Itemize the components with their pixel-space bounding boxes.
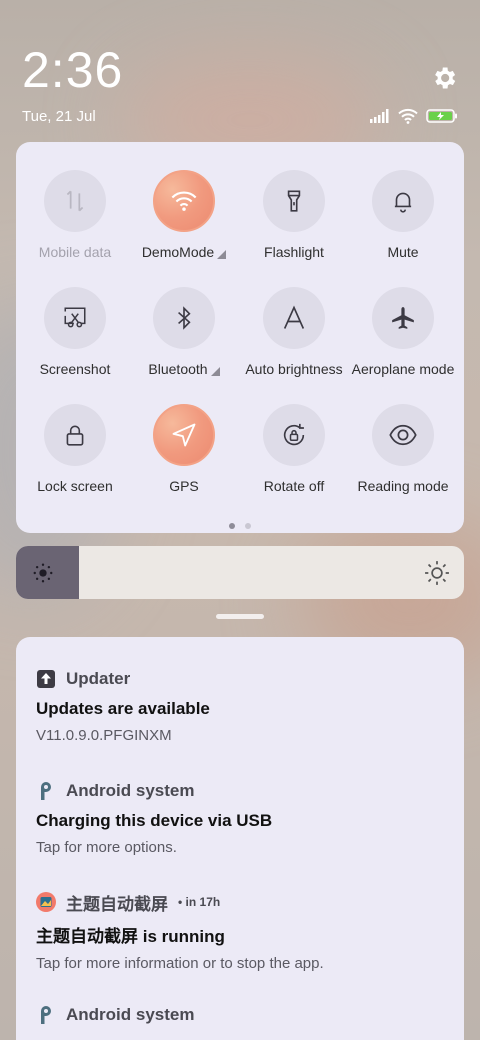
notification-app-name: Android system [66, 781, 195, 800]
tile-label: Reading mode [348, 478, 458, 494]
tile-mobile-data[interactable]: Mobile data [20, 170, 130, 260]
tile-rotate-off[interactable]: Rotate off [239, 404, 349, 494]
notification-item[interactable]: 主题自动截屏 • in 17h 主题自动截屏 is running Tap fo… [36, 890, 444, 972]
tile-gps[interactable]: GPS [129, 404, 239, 494]
page-indicator [16, 523, 464, 529]
tile-label-text: Mobile data [38, 244, 112, 260]
mobile-data-icon [62, 188, 88, 214]
notification-app-name: Android system [66, 1005, 195, 1024]
rotate-lock-icon [280, 421, 308, 449]
tile-button[interactable] [44, 170, 106, 232]
bluetooth-icon [171, 305, 197, 331]
status-area: 2:36 Tue, 21 Jul [22, 40, 458, 130]
notification-item[interactable]: Android system Charging this device via … [36, 779, 444, 856]
tile-label: Aeroplane mode [348, 361, 458, 377]
tile-button[interactable] [263, 287, 325, 349]
drag-handle[interactable] [216, 614, 264, 619]
brightness-high-icon [425, 561, 449, 585]
aeroplane-icon [390, 305, 416, 331]
tile-button[interactable] [153, 170, 215, 232]
tile-label: GPS [129, 478, 239, 494]
notification-title: Charging this device via USB [36, 811, 273, 830]
notification-text: V11.0.9.0.PFGINXM [36, 727, 172, 744]
flashlight-icon [281, 188, 307, 214]
notification-app-name: Updater [66, 669, 131, 688]
tile-button[interactable] [263, 404, 325, 466]
location-icon [170, 421, 198, 449]
tile-label: Rotate off [239, 478, 349, 494]
tile-reading-mode[interactable]: Reading mode [348, 404, 458, 494]
tile-label-text: Aeroplane mode [351, 361, 455, 377]
tile-demomode[interactable]: DemoMode [129, 170, 239, 260]
tile-auto-brightness[interactable]: Auto brightness [239, 287, 349, 377]
tile-mute[interactable]: Mute [348, 170, 458, 260]
tile-label: Bluetooth [129, 361, 239, 377]
tile-flashlight[interactable]: Flashlight [239, 170, 349, 260]
notification-panel: Updater Updates are available V11.0.9.0.… [16, 637, 464, 1040]
brightness-low-icon [33, 563, 53, 583]
tile-label: Lock screen [20, 478, 130, 494]
tile-label: Flashlight [239, 244, 349, 260]
tile-label-text: DemoMode [141, 244, 215, 260]
tile-label-text: Lock screen [37, 478, 113, 494]
eye-icon [388, 422, 418, 448]
tile-button[interactable] [44, 404, 106, 466]
tile-label-text: Mute [387, 244, 419, 260]
theme-app-icon [36, 892, 56, 912]
notification-text: Tap for more options. [36, 839, 177, 856]
tile-label-text: GPS [169, 478, 199, 494]
tile-button[interactable] [153, 404, 215, 466]
tile-label-text: Rotate off [263, 478, 325, 494]
tile-label-text: Auto brightness [245, 361, 343, 377]
quick-settings-panel: Mobile data DemoMode Flashlight Mute Screens… [16, 142, 464, 533]
settings-gear-icon[interactable] [430, 64, 458, 92]
date: Tue, 21 Jul [22, 108, 96, 125]
page-dot [245, 523, 251, 529]
tile-button[interactable] [372, 287, 434, 349]
tile-label-text: Bluetooth [148, 361, 208, 377]
tile-label: Mobile data [20, 244, 130, 260]
notification-time: • in 17h [178, 895, 221, 909]
lock-icon [62, 422, 88, 448]
notification-title: 主题自动截屏 is running [36, 927, 225, 946]
signal-icon [370, 109, 389, 123]
tile-button[interactable] [153, 287, 215, 349]
system-icons [370, 108, 458, 124]
tile-button[interactable] [372, 170, 434, 232]
clock: 2:36 [22, 42, 124, 98]
tile-label-text: Flashlight [264, 244, 324, 260]
notification-item[interactable]: Android system [36, 1003, 444, 1027]
wifi-status-icon [398, 108, 418, 124]
notification-item[interactable]: Updater Updates are available V11.0.9.0.… [36, 667, 444, 744]
brightness-slider[interactable] [16, 546, 464, 599]
tile-screenshot[interactable]: Screenshot [20, 287, 130, 377]
notification-title: Updates are available [36, 699, 210, 718]
tile-bluetooth[interactable]: Bluetooth [129, 287, 239, 377]
tile-lock-screen[interactable]: Lock screen [20, 404, 130, 494]
notification-app-name: 主题自动截屏 [66, 894, 168, 914]
updater-icon [36, 669, 56, 689]
expand-arrow-icon [210, 366, 220, 376]
android-system-icon [36, 781, 56, 801]
tile-label: Screenshot [20, 361, 130, 377]
tile-label: DemoMode [129, 244, 239, 260]
tile-label-text: Screenshot [39, 361, 111, 377]
tile-label: Auto brightness [239, 361, 349, 377]
tile-button[interactable] [44, 287, 106, 349]
screenshot-icon [62, 305, 88, 331]
tile-button[interactable] [263, 170, 325, 232]
expand-arrow-icon [217, 249, 227, 259]
tile-button[interactable] [372, 404, 434, 466]
notification-text: Tap for more information or to stop the … [36, 955, 324, 972]
tile-label-text: Reading mode [357, 478, 449, 494]
page-dot [229, 523, 235, 529]
wifi-icon [170, 189, 198, 213]
tile-label: Mute [348, 244, 458, 260]
bell-icon [390, 188, 416, 214]
tile-aeroplane-mode[interactable]: Aeroplane mode [348, 287, 458, 377]
android-system-icon [36, 1005, 56, 1025]
auto-brightness-icon [280, 304, 308, 332]
battery-charging-icon [426, 109, 457, 123]
